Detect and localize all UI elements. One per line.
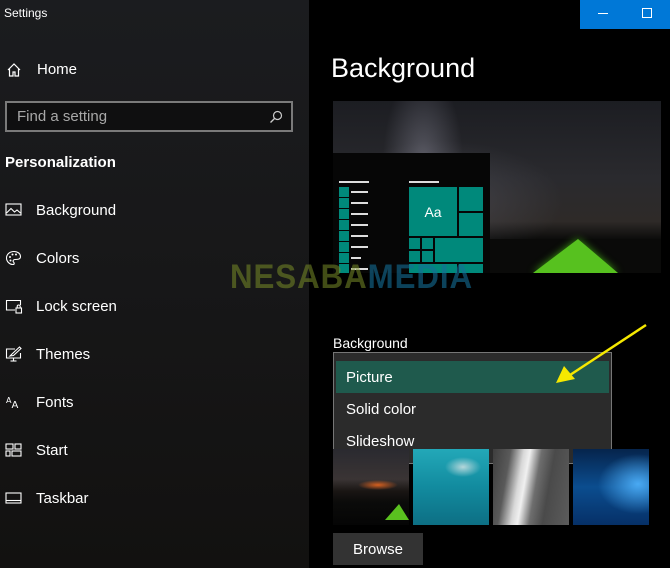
search-box[interactable] bbox=[5, 101, 293, 132]
preview-tile bbox=[422, 251, 433, 262]
dropdown-option-label: Picture bbox=[346, 369, 393, 386]
sidebar-item-label: Themes bbox=[36, 346, 91, 363]
preview-list-icon bbox=[339, 209, 349, 219]
preview-tile bbox=[409, 251, 420, 262]
home-icon bbox=[7, 63, 21, 77]
background-type-label: Background bbox=[333, 335, 408, 351]
preview-list-icon bbox=[339, 242, 349, 252]
taskbar-icon bbox=[5, 492, 22, 504]
palette-icon bbox=[5, 250, 22, 266]
page-title: Background bbox=[331, 53, 476, 83]
home-link[interactable]: Home bbox=[0, 56, 309, 84]
svg-text:A: A bbox=[12, 400, 19, 410]
sidebar-item-fonts[interactable]: A A Fonts bbox=[0, 386, 309, 418]
sidebar-item-label: Colors bbox=[36, 250, 80, 267]
fonts-icon: A A bbox=[6, 396, 19, 410]
preview-tile bbox=[409, 264, 457, 273]
preview-tile-large: Aa bbox=[409, 187, 457, 236]
preview-list-line bbox=[351, 268, 368, 270]
app-title: Settings bbox=[4, 6, 48, 20]
preview-start-menu: Aa bbox=[333, 153, 490, 273]
preview-list-line bbox=[351, 213, 368, 215]
dropdown-option-label: Slideshow bbox=[346, 433, 415, 450]
preview-list-icon bbox=[339, 187, 349, 197]
thumbnail-underwater-swimmer[interactable] bbox=[413, 449, 489, 525]
preview-tile bbox=[409, 238, 420, 249]
preview-tile bbox=[459, 187, 483, 211]
section-title: Personalization bbox=[5, 154, 116, 171]
sidebar: Settings Home Personalization Background… bbox=[0, 0, 309, 568]
background-type-dropdown[interactable]: Picture Solid color Slideshow bbox=[333, 352, 612, 464]
preview-tile bbox=[459, 264, 483, 273]
picture-icon bbox=[5, 203, 22, 216]
background-preview: Aa bbox=[333, 101, 661, 273]
search-input[interactable] bbox=[7, 103, 291, 130]
preview-list-icon bbox=[339, 253, 349, 263]
minimize-button[interactable] bbox=[580, 0, 625, 29]
sidebar-item-lock-screen[interactable]: Lock screen bbox=[0, 290, 309, 322]
preview-tile bbox=[459, 213, 483, 236]
dropdown-option-label: Solid color bbox=[346, 401, 417, 418]
themes-icon bbox=[5, 346, 22, 362]
dropdown-option-solid-color[interactable]: Solid color bbox=[336, 393, 609, 425]
thumbnail-windows-logo[interactable] bbox=[573, 449, 649, 525]
thumbnail-night-sky-tent[interactable] bbox=[333, 449, 409, 525]
home-label: Home bbox=[37, 61, 78, 78]
sidebar-item-label: Taskbar bbox=[36, 490, 89, 507]
window-controls bbox=[580, 0, 670, 29]
start-icon bbox=[5, 443, 22, 457]
sidebar-item-start[interactable]: Start bbox=[0, 434, 309, 466]
preview-tile-wide bbox=[435, 238, 483, 262]
preview-tile-header bbox=[409, 181, 439, 183]
maximize-button[interactable] bbox=[625, 0, 670, 29]
sidebar-item-themes[interactable]: Themes bbox=[0, 338, 309, 370]
sidebar-item-background[interactable]: Background bbox=[0, 194, 309, 226]
thumbnail-rock-waterfall[interactable] bbox=[493, 449, 569, 525]
preview-list-icon bbox=[339, 198, 349, 208]
preview-list-line bbox=[351, 224, 368, 226]
preview-list-icon bbox=[339, 231, 349, 241]
preview-list-header bbox=[339, 181, 369, 183]
search-icon[interactable] bbox=[269, 110, 283, 124]
preview-list-icon bbox=[339, 264, 349, 273]
dropdown-option-picture[interactable]: Picture bbox=[336, 361, 609, 393]
preview-list-line bbox=[351, 202, 368, 204]
preview-list-line bbox=[351, 235, 368, 237]
preview-list-icon bbox=[339, 220, 349, 230]
preview-list-line bbox=[351, 246, 368, 248]
preview-list-line bbox=[351, 257, 361, 259]
preview-tent bbox=[533, 239, 618, 273]
sidebar-item-label: Lock screen bbox=[36, 298, 117, 315]
sidebar-item-taskbar[interactable]: Taskbar bbox=[0, 482, 309, 514]
preview-list-line bbox=[351, 191, 368, 193]
browse-button[interactable]: Browse bbox=[333, 533, 423, 565]
sidebar-item-label: Fonts bbox=[36, 394, 74, 411]
lock-screen-icon bbox=[5, 299, 23, 314]
sidebar-item-label: Background bbox=[36, 202, 117, 219]
sidebar-item-label: Start bbox=[36, 442, 68, 459]
sidebar-item-colors[interactable]: Colors bbox=[0, 242, 309, 274]
preview-tile bbox=[422, 238, 433, 249]
